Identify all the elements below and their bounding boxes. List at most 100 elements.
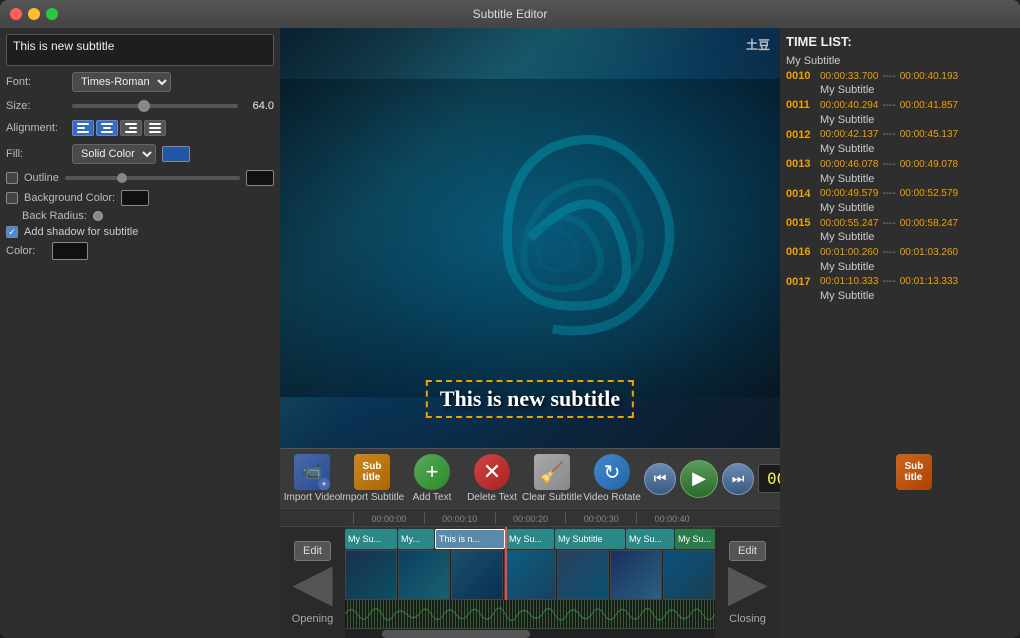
outline-slider-thumb[interactable] (117, 173, 127, 183)
outline-slider[interactable] (65, 176, 240, 180)
back-radius-knob[interactable] (93, 211, 103, 221)
opening-arrow[interactable] (293, 567, 333, 607)
titlebar: Subtitle Editor (0, 0, 1020, 28)
time-num-7: 0017 (786, 275, 816, 290)
time-num-4: 0014 (786, 187, 816, 202)
ruler-marks: 00:00:00 00:00:10 00:00:20 00:00:30 00:0… (353, 512, 707, 524)
main-window: Subtitle Editor This is new subtitle Fon… (0, 0, 1020, 638)
video-thumb-0 (345, 550, 397, 600)
video-rotate-button[interactable]: ↻ Video Rotate (584, 450, 640, 507)
video-area: 土豆 This is new subtitle (280, 28, 780, 448)
export-subtitle-icon: Subtitle (896, 454, 932, 490)
timeline-area: 00:00:00 00:00:10 00:00:20 00:00:30 00:0… (280, 508, 780, 638)
font-label: Font: (6, 76, 66, 88)
video-track (345, 550, 715, 600)
play-button[interactable]: ▶ (680, 460, 718, 498)
timeline-scrollbar[interactable] (345, 628, 715, 638)
size-value: 64.0 (244, 100, 274, 112)
import-video-label: Import Video (284, 492, 341, 503)
outline-checkbox[interactable] (6, 172, 18, 184)
time-out-3: 00:00:49.078 (900, 158, 958, 172)
time-entry-1[interactable]: 0011 00:00:40.294 ---- 00:00:41.857 My S… (786, 98, 1014, 125)
maximize-button[interactable] (46, 8, 58, 20)
time-out-4: 00:00:52.579 (900, 187, 958, 201)
clear-subtitle-button[interactable]: 🧹 Clear Subtitle (524, 450, 580, 507)
traffic-lights (10, 8, 58, 20)
font-select[interactable]: Times-Roman (72, 72, 171, 92)
minimize-button[interactable] (28, 8, 40, 20)
time-entry-7[interactable]: 0017 00:01:10.333 ---- 00:01:13.333 My S… (786, 275, 1014, 302)
rewind-button[interactable]: ⏮ (644, 463, 676, 495)
main-content: This is new subtitle Font: Times-Roman S… (0, 28, 1020, 638)
time-num-3: 0013 (786, 157, 816, 172)
background-color-row: Background Color: (6, 190, 274, 206)
time-entry-preface: My Subtitle (786, 55, 1014, 67)
toolbar: 📹 + Import Video Subtitle Import Subtitl… (280, 448, 780, 508)
fill-color-swatch[interactable] (162, 146, 190, 162)
delete-text-button[interactable]: ✕ Delete Text (464, 450, 520, 507)
subtitle-clip-2[interactable]: This is n... (435, 529, 505, 549)
subtitle-clip-5[interactable]: My Su... (626, 529, 674, 549)
import-video-button[interactable]: 📹 + Import Video (284, 450, 340, 507)
add-shadow-checkbox[interactable] (6, 226, 18, 238)
fill-select[interactable]: Solid Color (72, 144, 156, 164)
delete-text-icon: ✕ (474, 454, 510, 490)
time-entry-4[interactable]: 0014 00:00:49.579 ---- 00:00:52.579 My S… (786, 187, 1014, 214)
clear-subtitle-icon: 🧹 (534, 454, 570, 490)
align-justify-button[interactable] (144, 120, 166, 136)
time-entry-3[interactable]: 0013 00:00:46.078 ---- 00:00:49.078 My S… (786, 157, 1014, 184)
subtitle-clip-0[interactable]: My Su... (345, 529, 397, 549)
timeline-tracks: Edit Opening My Su... My... This is n...… (280, 527, 780, 638)
time-in-7: 00:01:10.333 (820, 275, 878, 289)
align-left-button[interactable] (72, 120, 94, 136)
time-out-0: 00:00:40.193 (900, 70, 958, 84)
subtitle-clip-4[interactable]: My Subtitle (555, 529, 625, 549)
playhead[interactable] (505, 527, 507, 550)
color-row: Color: (6, 242, 274, 260)
fast-forward-button[interactable]: ⏭ (722, 463, 754, 495)
delete-text-label: Delete Text (467, 492, 517, 503)
time-out-6: 00:01:03.260 (900, 246, 958, 260)
shadow-row: Add shadow for subtitle (6, 226, 274, 238)
close-button[interactable] (10, 8, 22, 20)
closing-arrow[interactable] (728, 567, 768, 607)
subtitle-clip-3[interactable]: My Su... (506, 529, 554, 549)
subtitle-text-display[interactable]: This is new subtitle (6, 34, 274, 66)
time-subtitle-7: My Subtitle (786, 290, 1014, 302)
right-panel: TIME LIST: My Subtitle 0010 00:00:33.700… (780, 28, 1020, 638)
background-color-checkbox[interactable] (6, 192, 18, 204)
size-slider-track[interactable] (72, 104, 238, 108)
subtitle-overlay-text: This is new subtitle (440, 386, 620, 411)
color-swatch[interactable] (52, 242, 88, 260)
import-video-icon: 📹 + (294, 454, 330, 490)
clear-subtitle-label: Clear Subtitle (522, 492, 582, 503)
outline-color-swatch[interactable] (246, 170, 274, 186)
align-center-button[interactable] (96, 120, 118, 136)
subtitle-clip-6[interactable]: My Su... (675, 529, 715, 549)
add-text-icon: + (414, 454, 450, 490)
subtitle-clip-1[interactable]: My... (398, 529, 434, 549)
ruler-mark-1: 00:00:10 (424, 512, 495, 524)
opening-label: Opening (292, 613, 334, 625)
time-out-2: 00:00:45.137 (900, 128, 958, 142)
edit-right-button[interactable]: Edit (729, 541, 766, 561)
time-entry-5[interactable]: 0015 00:00:55.247 ---- 00:00:58.247 My S… (786, 216, 1014, 243)
time-entry-2[interactable]: 0012 00:00:42.137 ---- 00:00:45.137 My S… (786, 128, 1014, 155)
subtitle-overlay[interactable]: This is new subtitle (426, 380, 634, 418)
time-entry-0[interactable]: 0010 00:00:33.700 ---- 00:00:40.193 My S… (786, 69, 1014, 96)
import-subtitle-label: Import Subtitle (340, 492, 404, 503)
edit-left-button[interactable]: Edit (294, 541, 331, 561)
time-entry-6[interactable]: 0016 00:01:00.260 ---- 00:01:03.260 My S… (786, 245, 1014, 272)
size-slider-thumb[interactable] (138, 100, 150, 112)
background-color-swatch[interactable] (121, 190, 149, 206)
timeline-scrollbar-thumb[interactable] (382, 630, 530, 638)
time-in-6: 00:01:00.260 (820, 246, 878, 260)
center-column: 土豆 This is new subtitle 📹 + Import Video (280, 28, 780, 638)
align-right-button[interactable] (120, 120, 142, 136)
video-rotate-icon: ↻ (594, 454, 630, 490)
ruler-mark-3: 00:00:30 (565, 512, 636, 524)
time-subtitle-3: My Subtitle (786, 173, 1014, 185)
add-text-button[interactable]: + Add Text (404, 450, 460, 507)
import-subtitle-icon: Subtitle (354, 454, 390, 490)
import-subtitle-button[interactable]: Subtitle Import Subtitle (344, 450, 400, 507)
